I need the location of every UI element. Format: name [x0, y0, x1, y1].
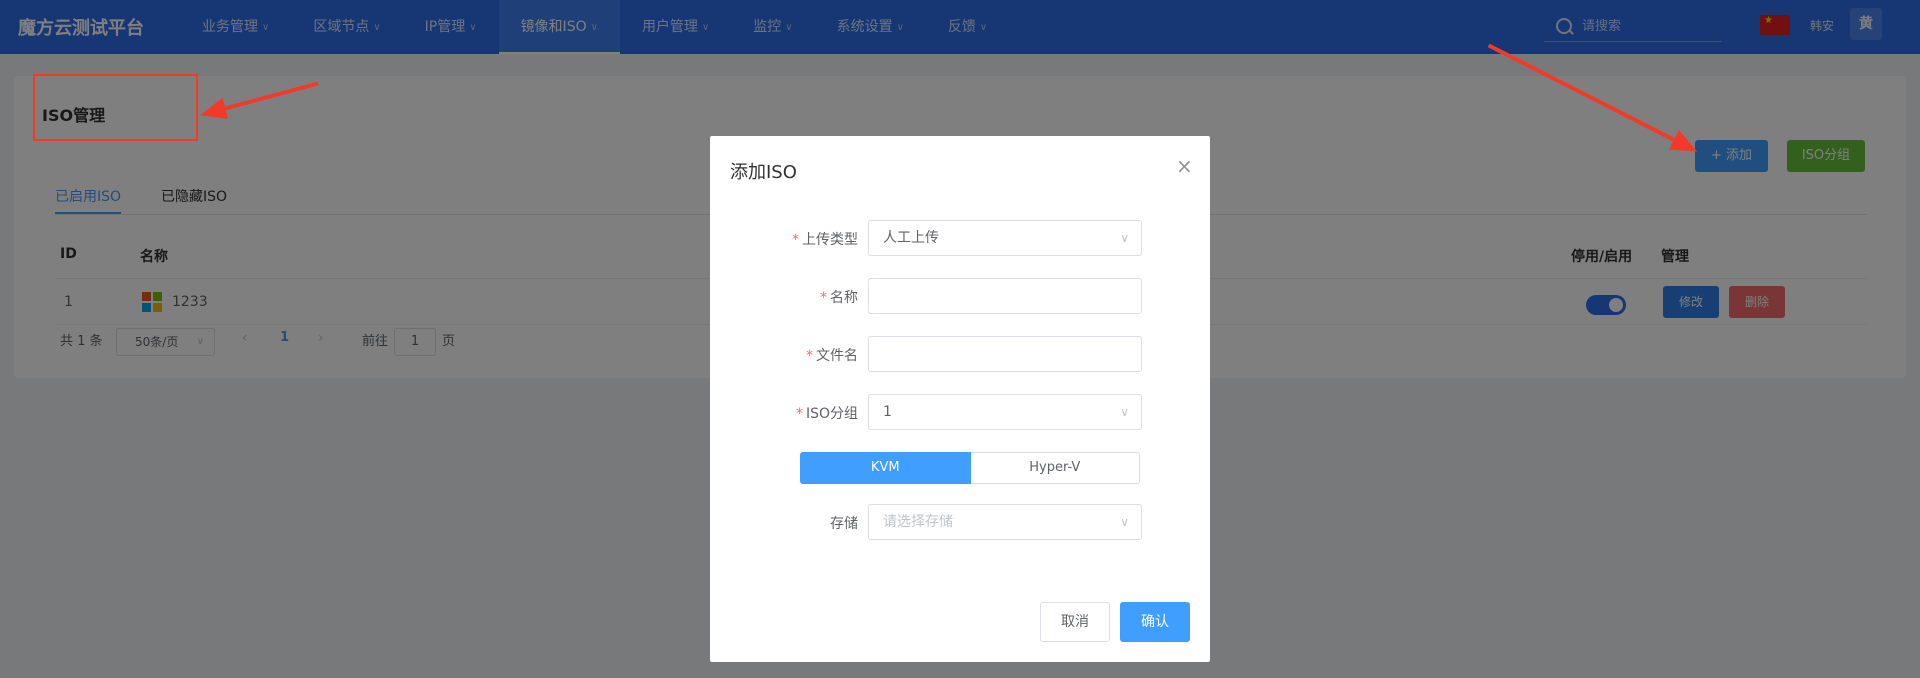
iso-group-value: 1 [883, 404, 892, 420]
hyperv-option[interactable]: Hyper-V [970, 452, 1140, 484]
upload-type-select[interactable]: 人工上传 ∨ [868, 220, 1142, 256]
filename-field[interactable] [868, 336, 1142, 372]
chevron-down-icon: ∨ [1120, 515, 1129, 529]
annotation-highlight-box [33, 74, 198, 141]
name-field[interactable] [868, 278, 1142, 314]
hypervisor-switch: KVM Hyper-V [800, 452, 1140, 484]
filename-label: * 文件名 [806, 348, 858, 364]
kvm-option[interactable]: KVM [800, 452, 971, 484]
upload-type-label: * 上传类型 [792, 232, 858, 248]
iso-group-label: * ISO分组 [795, 406, 858, 422]
storage-label: 存储 [830, 516, 858, 532]
confirm-button[interactable]: 确认 [1120, 602, 1190, 642]
name-label: * 名称 [820, 290, 858, 306]
upload-type-value: 人工上传 [883, 230, 939, 246]
add-iso-dialog: 添加ISO × * 上传类型 人工上传 ∨ * 名称 * 文件名 * ISO分组 1 ∨ K… [710, 136, 1210, 662]
chevron-down-icon: ∨ [1120, 231, 1129, 245]
iso-group-select[interactable]: 1 ∨ [868, 394, 1142, 430]
dialog-title: 添加ISO [730, 162, 797, 183]
chevron-down-icon: ∨ [1120, 405, 1129, 419]
close-icon[interactable]: × [1176, 154, 1193, 178]
cancel-button[interactable]: 取消 [1040, 602, 1110, 642]
storage-select[interactable]: 请选择存储 ∨ [868, 504, 1142, 540]
storage-placeholder: 请选择存储 [883, 514, 953, 530]
